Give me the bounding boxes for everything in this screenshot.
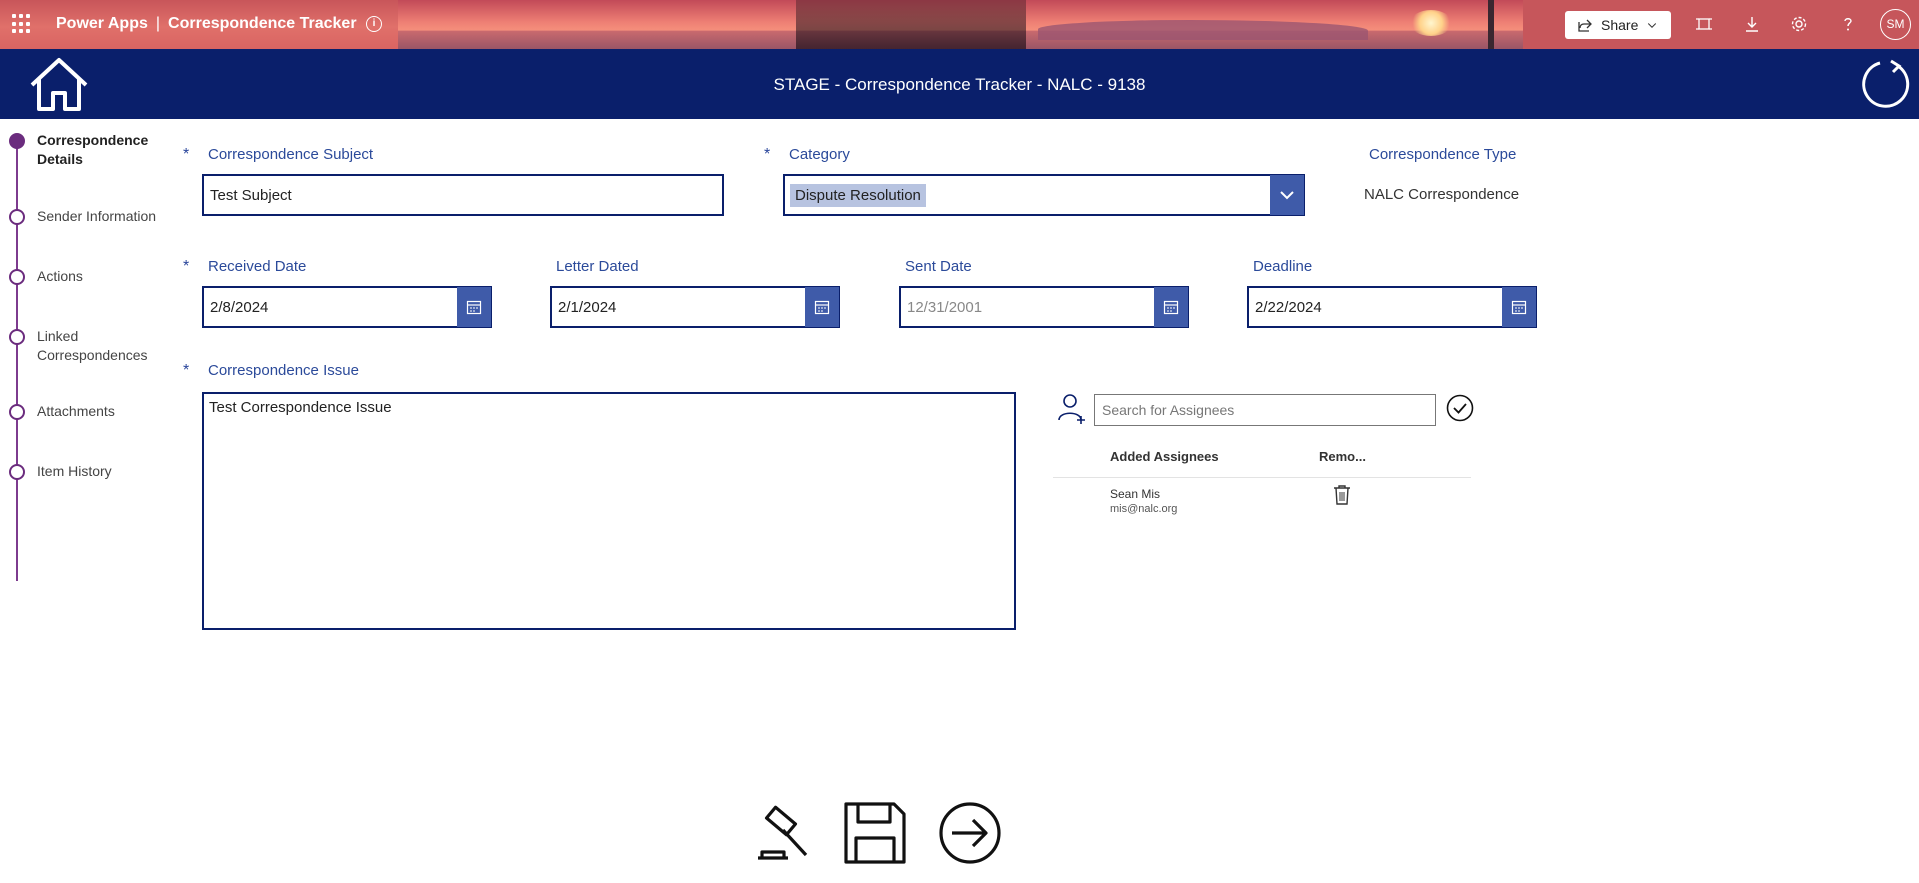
table-divider bbox=[1053, 477, 1471, 478]
suite-bar: Power Apps | Correspondence Tracker i Shar… bbox=[0, 0, 1919, 49]
add-assignee-icon[interactable] bbox=[1057, 392, 1087, 424]
save-icon[interactable] bbox=[842, 800, 908, 866]
step-dot bbox=[9, 404, 25, 420]
help-icon[interactable] bbox=[1837, 13, 1859, 35]
received-date-input[interactable]: 2/8/2024 bbox=[202, 286, 492, 328]
required-marker: * bbox=[183, 258, 190, 275]
remove-header: Remo... bbox=[1319, 449, 1366, 464]
required-marker: * bbox=[764, 146, 771, 163]
step-dot bbox=[9, 269, 25, 285]
download-icon[interactable] bbox=[1741, 13, 1763, 35]
check-circle-icon[interactable] bbox=[1446, 394, 1474, 422]
calendar-icon[interactable] bbox=[1154, 287, 1188, 327]
share-icon bbox=[1578, 19, 1592, 32]
type-label: Correspondence Type bbox=[1369, 146, 1517, 163]
deadline-input[interactable]: 2/22/2024 bbox=[1247, 286, 1537, 328]
settings-icon[interactable] bbox=[1788, 13, 1810, 35]
letter-dated-label: Letter Dated bbox=[556, 258, 639, 275]
gavel-icon[interactable] bbox=[754, 800, 820, 866]
category-label: Category bbox=[789, 146, 850, 163]
category-value: Dispute Resolution bbox=[790, 183, 926, 207]
subject-label: Correspondence Subject bbox=[208, 146, 374, 163]
calendar-icon[interactable] bbox=[457, 287, 491, 327]
refresh-icon[interactable] bbox=[1858, 57, 1912, 111]
trash-icon[interactable] bbox=[1333, 484, 1351, 506]
step-dot bbox=[9, 209, 25, 225]
step-dot bbox=[9, 133, 25, 149]
page-title: STAGE - Correspondence Tracker - NALC - … bbox=[773, 75, 1146, 94]
category-dropdown[interactable]: Dispute Resolution bbox=[783, 174, 1305, 216]
type-value: NALC Correspondence bbox=[1364, 186, 1520, 203]
app-header: STAGE - Correspondence Tracker - NALC - … bbox=[0, 49, 1919, 119]
step-dot bbox=[9, 329, 25, 345]
share-button[interactable]: Share bbox=[1565, 11, 1671, 39]
required-marker: * bbox=[183, 146, 190, 163]
info-icon[interactable]: i bbox=[366, 16, 382, 32]
sent-date-input[interactable]: 12/31/2001 bbox=[899, 286, 1189, 328]
app-brand: Power Apps | Correspondence Tracker bbox=[56, 15, 357, 32]
issue-label: Correspondence Issue bbox=[208, 362, 359, 379]
chevron-down-icon[interactable] bbox=[1270, 175, 1304, 215]
deadline-label: Deadline bbox=[1253, 258, 1313, 275]
calendar-icon[interactable] bbox=[805, 287, 839, 327]
added-assignees-header: Added Assignees bbox=[1110, 449, 1219, 464]
banner-image bbox=[398, 0, 1670, 49]
step-dot bbox=[9, 464, 25, 480]
app-title: Correspondence Tracker bbox=[168, 15, 357, 32]
next-arrow-icon[interactable] bbox=[937, 800, 1003, 866]
calendar-icon[interactable] bbox=[1502, 287, 1536, 327]
fit-to-screen-icon[interactable] bbox=[1693, 13, 1715, 35]
avatar[interactable]: SM bbox=[1880, 9, 1911, 40]
subject-input[interactable]: Test Subject bbox=[202, 174, 724, 216]
step-connector bbox=[16, 141, 18, 581]
waffle-icon[interactable] bbox=[12, 14, 32, 34]
chevron-down-icon bbox=[1648, 23, 1657, 28]
assignee-search-input[interactable]: Search for Assignees bbox=[1094, 394, 1436, 426]
required-marker: * bbox=[183, 362, 190, 379]
share-label: Share bbox=[1601, 17, 1639, 33]
received-date-label: Received Date bbox=[208, 258, 307, 275]
assignee-email: mis@nalc.org bbox=[1110, 503, 1178, 515]
sent-date-label: Sent Date bbox=[905, 258, 972, 275]
letter-dated-input[interactable]: 2/1/2024 bbox=[550, 286, 840, 328]
issue-textarea[interactable]: Test Correspondence Issue bbox=[202, 392, 1016, 630]
app-name[interactable]: Power Apps bbox=[56, 15, 148, 32]
assignee-name: Sean Mis bbox=[1110, 487, 1161, 501]
